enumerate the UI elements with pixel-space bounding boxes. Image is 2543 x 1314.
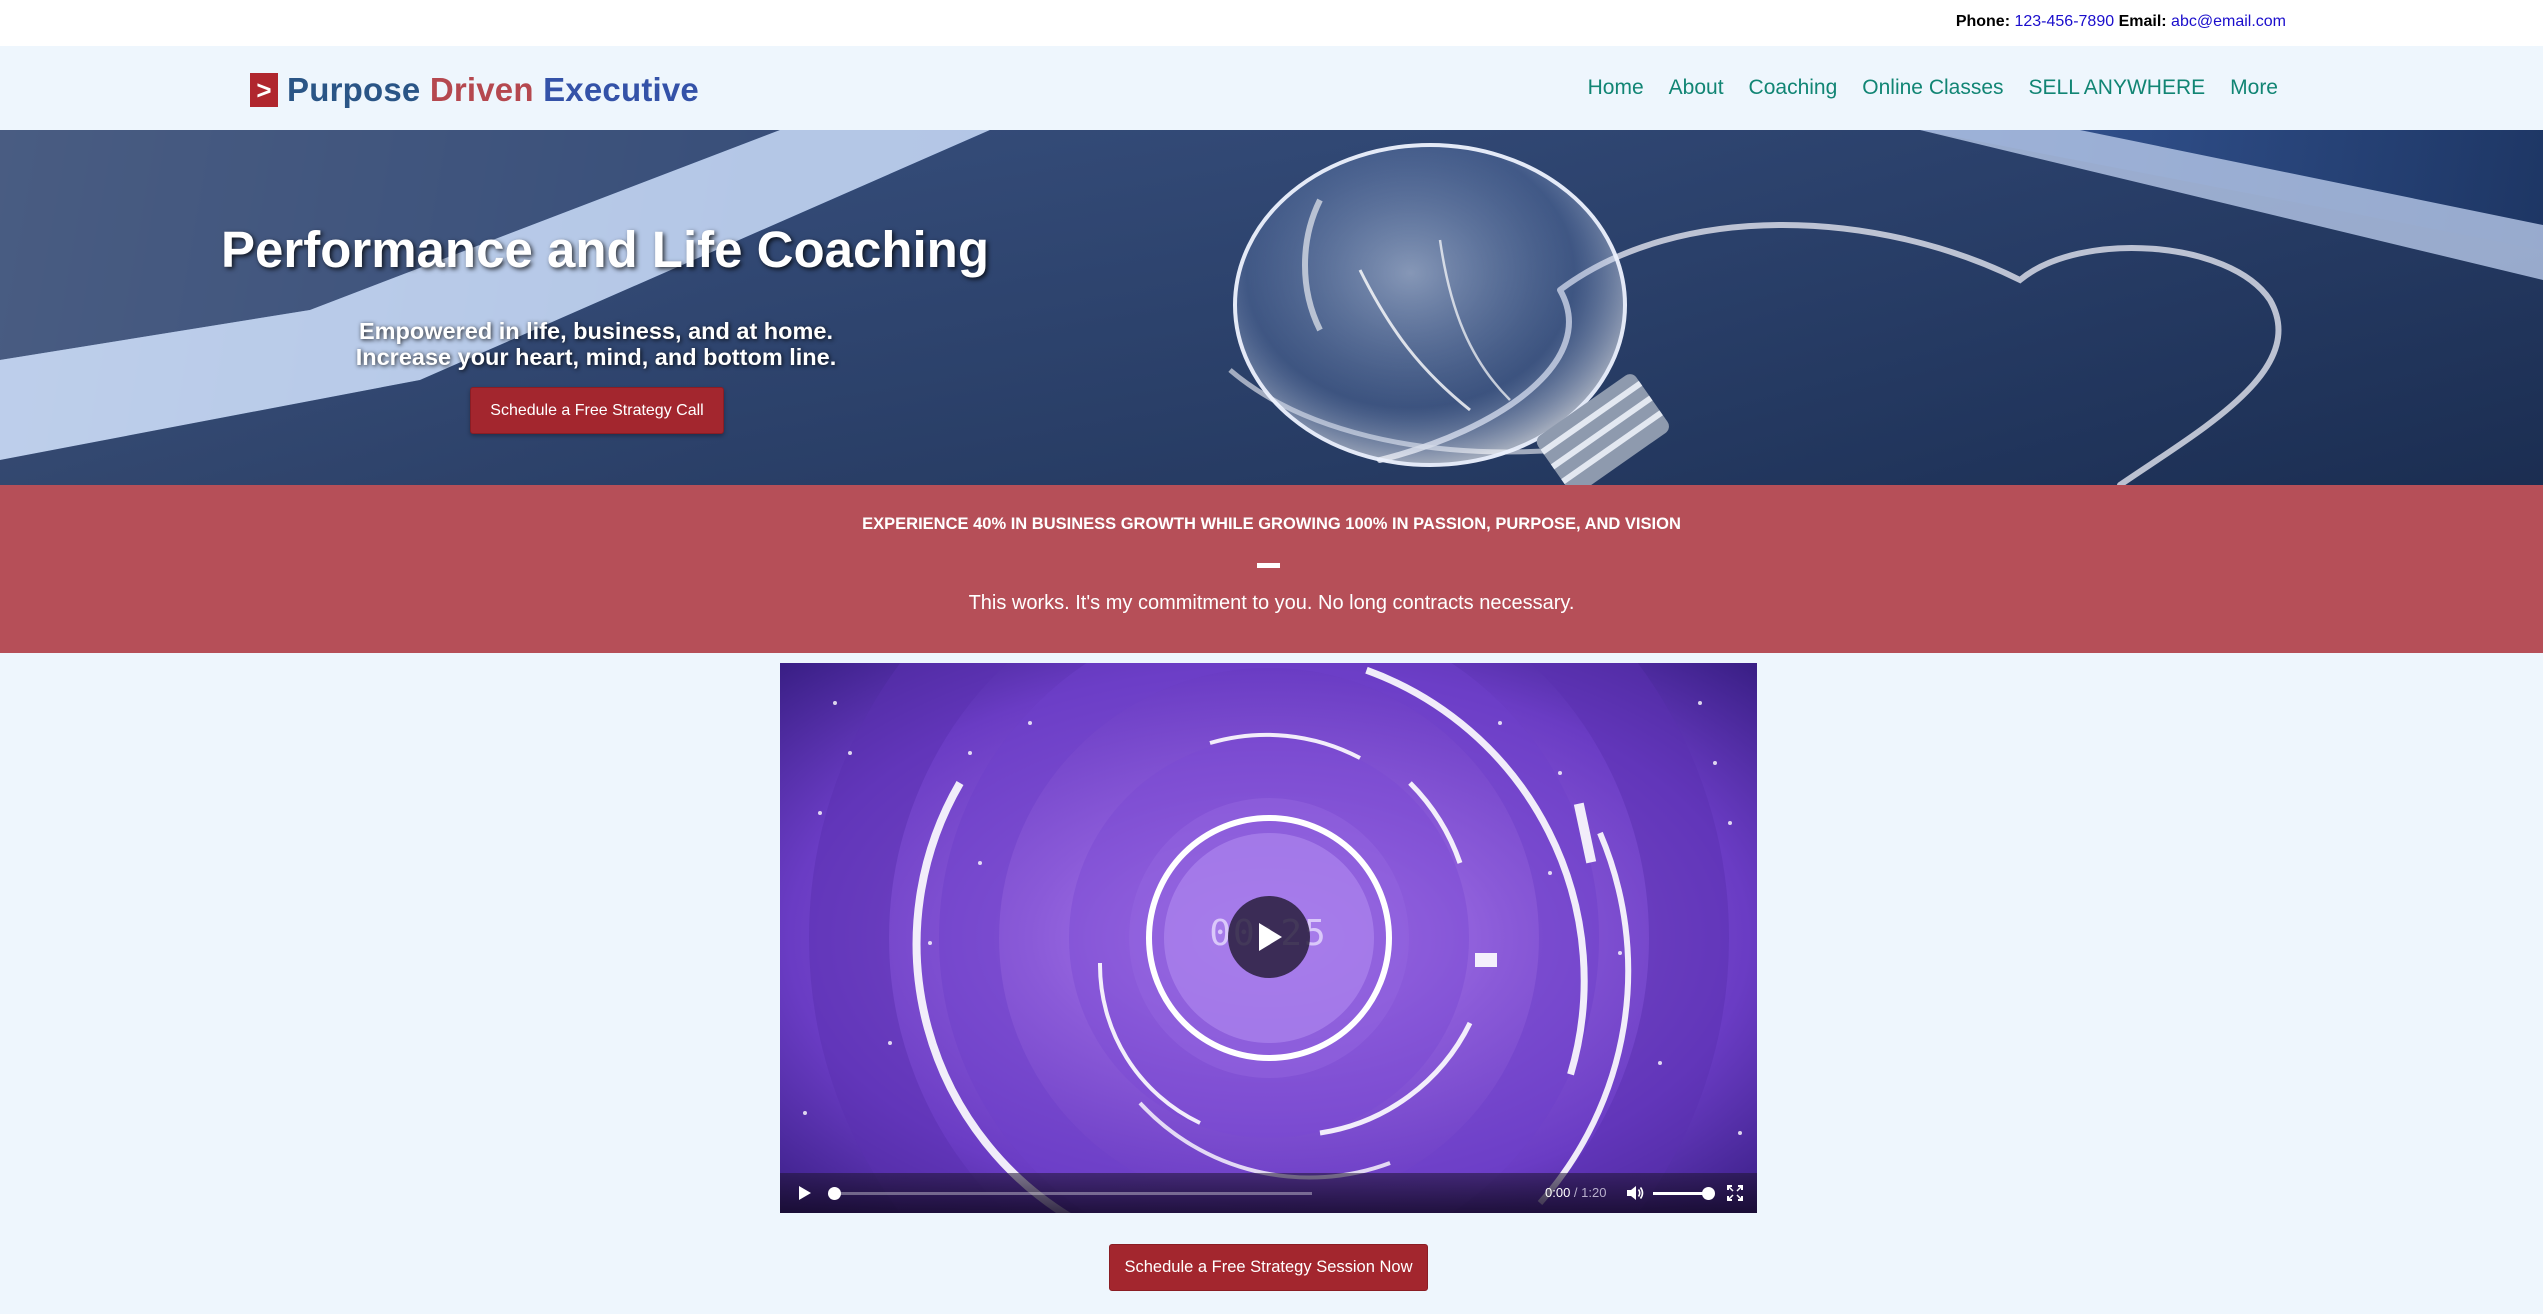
- time-display: 0:00 / 1:20: [1545, 1185, 1606, 1200]
- video-player[interactable]: 00:25 0:00 / 1:20: [780, 663, 1757, 1213]
- nav-sell-anywhere[interactable]: SELL ANYWHERE: [2029, 76, 2206, 100]
- nav-more[interactable]: More: [2230, 76, 2278, 100]
- hero-subtitle: Empowered in life, business, and at home…: [296, 318, 896, 370]
- current-time: 0:00: [1545, 1185, 1571, 1200]
- schedule-call-button[interactable]: Schedule a Free Strategy Call: [470, 387, 724, 434]
- lightbulb-chalkboard-image: [0, 130, 2543, 485]
- hero-banner: Performance and Life Coaching Empowered …: [0, 130, 2543, 485]
- contact-info: Phone: 123-456-7890 Email: abc@email.com: [1956, 13, 2286, 31]
- hero-subtitle-line2: Increase your heart, mind, and bottom li…: [355, 344, 837, 370]
- nav-online-classes[interactable]: Online Classes: [1862, 76, 2003, 100]
- schedule-session-button[interactable]: Schedule a Free Strategy Session Now: [1109, 1244, 1428, 1291]
- progress-handle[interactable]: [828, 1187, 841, 1200]
- play-icon[interactable]: [794, 1183, 814, 1203]
- duration: 1:20: [1581, 1185, 1607, 1200]
- band-text: This works. It's my commitment to you. N…: [968, 592, 1575, 614]
- phone-link[interactable]: 123-456-7890: [2014, 13, 2114, 30]
- volume-icon[interactable]: [1625, 1183, 1645, 1203]
- band-headline: EXPERIENCE 40% IN BUSINESS GROWTH WHILE …: [862, 515, 1681, 533]
- nav-coaching[interactable]: Coaching: [1749, 76, 1838, 100]
- email-label: Email:: [2118, 13, 2167, 30]
- fullscreen-icon[interactable]: [1725, 1183, 1745, 1203]
- play-icon: [1259, 923, 1282, 951]
- logo-word-driven: Driven: [429, 71, 534, 108]
- logo-word-purpose: Purpose: [287, 71, 421, 108]
- main-nav: Home About Coaching Online Classes SELL …: [1588, 76, 2278, 100]
- logo-text: Purpose Driven Executive: [287, 71, 699, 109]
- logo-word-executive: Executive: [543, 71, 699, 108]
- time-separator: /: [1570, 1185, 1582, 1200]
- nav-home[interactable]: Home: [1588, 76, 1644, 100]
- contact-bar: Phone: 123-456-7890 Email: abc@email.com: [0, 0, 2543, 46]
- phone-label: Phone:: [1955, 13, 2011, 30]
- volume-fill: [1653, 1192, 1704, 1195]
- big-play-button[interactable]: [1228, 896, 1310, 978]
- hero-subtitle-line1: Empowered in life, business, and at home…: [358, 318, 834, 344]
- email-link[interactable]: abc@email.com: [2171, 13, 2286, 30]
- video-controls: 0:00 / 1:20: [780, 1173, 1757, 1213]
- logo-arrow-icon: >: [250, 73, 278, 107]
- nav-about[interactable]: About: [1669, 76, 1724, 100]
- band-divider: [1257, 563, 1280, 568]
- volume-handle[interactable]: [1702, 1187, 1715, 1200]
- site-logo[interactable]: > Purpose Driven Executive: [250, 70, 699, 110]
- site-header: > Purpose Driven Executive Home About Co…: [0, 46, 2543, 130]
- value-proposition-band: EXPERIENCE 40% IN BUSINESS GROWTH WHILE …: [0, 485, 2543, 653]
- hero-title: Performance and Life Coaching: [221, 221, 989, 278]
- progress-bar[interactable]: [832, 1192, 1312, 1195]
